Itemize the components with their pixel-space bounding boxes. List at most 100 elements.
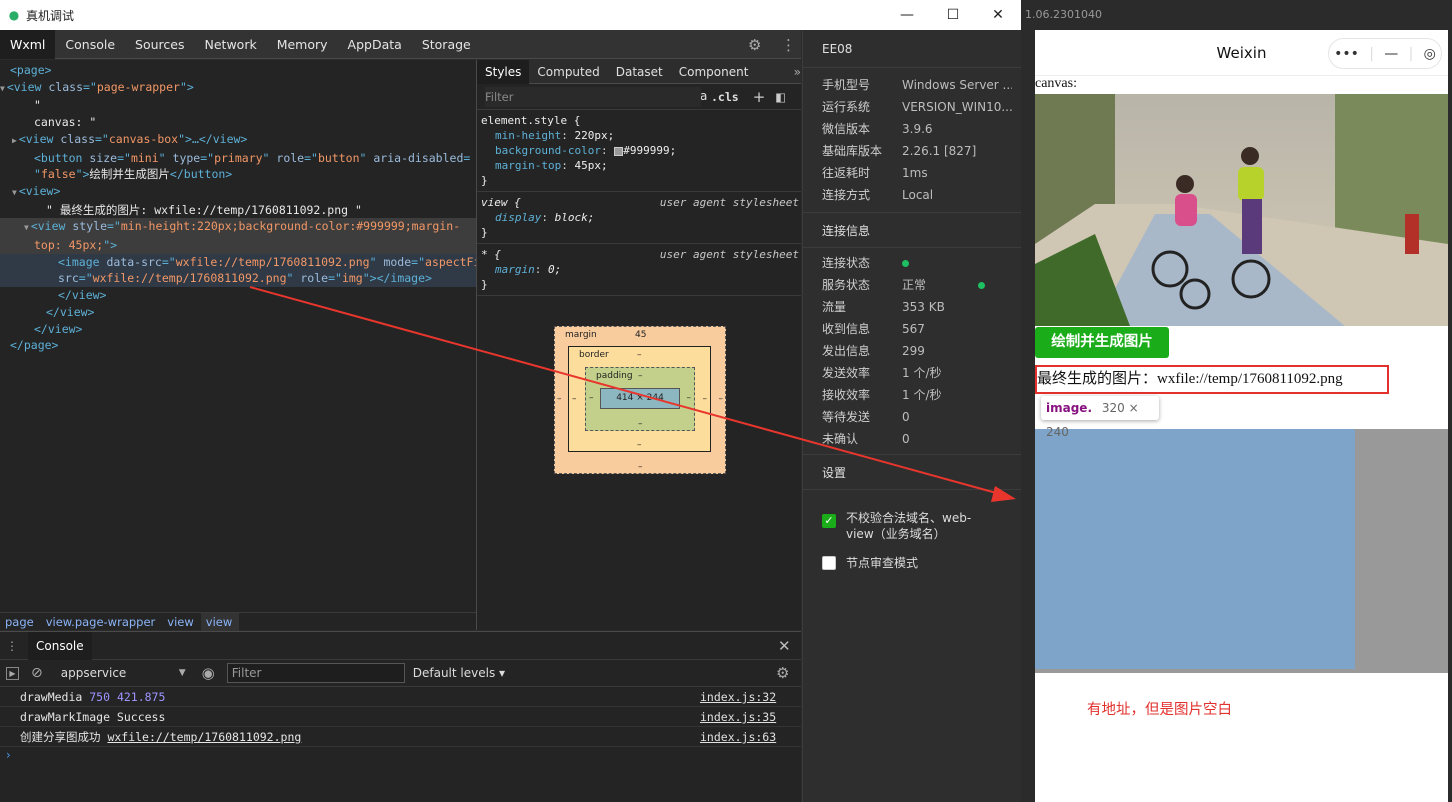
tab-memory[interactable]: Memory — [267, 30, 338, 59]
toggle-sidebar-icon[interactable]: ◧ — [775, 90, 786, 104]
console-settings-gear-icon[interactable]: ⚙ — [776, 664, 789, 682]
tab-styles[interactable]: Styles — [477, 59, 530, 84]
wxml-token: " — [158, 150, 173, 165]
wxml-node[interactable]: </view> — [0, 304, 476, 321]
generate-image-button[interactable]: 绘制并生成图片 — [1035, 327, 1169, 358]
breadcrumb-page-wrapper[interactable]: view.page-wrapper — [41, 613, 163, 631]
tab-appdata[interactable]: AppData — [338, 30, 412, 59]
tab-console-drawer[interactable]: Console — [28, 631, 92, 660]
add-rule-button[interactable]: + — [753, 88, 766, 106]
wxml-node[interactable]: " — [0, 97, 476, 114]
tab-network[interactable]: Network — [195, 30, 267, 59]
canvas-photo — [1035, 94, 1448, 326]
breadcrumb-page[interactable]: page — [0, 613, 41, 631]
wxml-node[interactable]: canvas: " — [0, 114, 476, 131]
log-link[interactable]: wxfile://temp/1760811092.png — [107, 730, 301, 744]
info-key: 收到信息 — [822, 322, 871, 336]
context-select[interactable]: appservice — [61, 666, 179, 680]
drawer-menu-icon[interactable]: ⋮ — [6, 639, 18, 653]
wxml-token: <button — [34, 150, 90, 165]
info-row: 收到信息 567 — [803, 318, 1021, 340]
prop-value[interactable]: #999999; — [623, 144, 676, 157]
wxml-node[interactable]: top: 45px;"> — [0, 237, 476, 254]
final-image-text: 最终生成的图片：wxfile://temp/1760811092.png — [1035, 365, 1389, 394]
phone-simulator: Weixin ••• | — | ◎ canvas: 绘制并生成图片 最终生成的… — [1035, 30, 1448, 802]
wxml-node[interactable]: <page> — [0, 62, 476, 79]
wxml-node[interactable]: <button size="mini" type="primary" role=… — [0, 150, 476, 167]
expand-triangle-icon[interactable]: ▼ — [12, 188, 17, 197]
eye-icon[interactable]: ◉ — [202, 664, 215, 682]
tab-sources[interactable]: Sources — [125, 30, 194, 59]
wxml-node[interactable]: " 最终生成的图片: wxfile://temp/1760811092.png … — [0, 202, 476, 219]
wxml-token: <view — [6, 79, 49, 94]
tab-computed[interactable]: Computed — [529, 60, 607, 84]
console-message: 创建分享图成功 wxfile://temp/1760811092.png ind… — [0, 727, 801, 747]
prop-name[interactable]: background-color — [495, 144, 601, 157]
wxml-token: aria-disabled — [373, 150, 464, 165]
canvas-label: canvas: — [1035, 76, 1077, 91]
option-node-inspect[interactable]: 节点审查模式 — [803, 542, 1021, 571]
wxml-token: =" — [107, 219, 121, 234]
wxml-node[interactable]: <image data-src="wxfile://temp/176081109… — [0, 253, 487, 271]
log-levels-select[interactable]: Default levels ▾ — [413, 666, 505, 680]
wxml-node[interactable]: src="wxfile://temp/1760811092.png" role=… — [0, 270, 476, 288]
wxml-node[interactable]: </view> — [0, 321, 476, 338]
gear-icon[interactable]: ⚙ — [748, 36, 761, 54]
info-value: 299 — [902, 344, 925, 358]
wxml-token: type — [172, 150, 201, 165]
close-drawer-icon[interactable]: ✕ — [778, 637, 791, 655]
wxml-node[interactable]: </view> — [0, 287, 476, 304]
wxml-node[interactable]: ▼ <view> — [0, 183, 476, 202]
prop-name[interactable]: min-height — [495, 129, 561, 142]
checkbox-unchecked-icon[interactable] — [822, 555, 836, 570]
cls-toggle[interactable]: .cls — [711, 90, 739, 104]
console-filter-input[interactable]: Filter — [226, 663, 405, 683]
breadcrumb-view[interactable]: view — [162, 613, 200, 631]
rule-selector: element.style { — [481, 114, 581, 127]
maximize-button[interactable]: ☐ — [930, 0, 976, 30]
wxml-node[interactable]: ▼ <view class="page-wrapper"> — [0, 79, 476, 98]
prop-value[interactable]: 220px; — [574, 129, 614, 142]
clear-console-icon[interactable]: ⊘ — [31, 665, 43, 681]
wxml-node[interactable]: ▼ <view style="min-height:220px;backgroun… — [0, 218, 476, 238]
minimize-button[interactable]: — — [884, 0, 930, 30]
wxml-token: role — [276, 150, 305, 165]
device-id: EE08 — [803, 30, 1021, 68]
minimize-icon[interactable]: — — [1384, 46, 1398, 62]
expand-triangle-icon[interactable]: ▼ — [24, 223, 29, 232]
checkbox-checked-icon[interactable]: ✓ — [822, 514, 836, 528]
color-swatch[interactable] — [614, 146, 624, 156]
sidebar-toggle-icon[interactable]: ▶ — [6, 666, 19, 680]
box-content: 414 × 244 — [600, 388, 680, 409]
more-vertical-icon[interactable]: ⋮ — [781, 36, 796, 54]
console-prompt[interactable]: › — [0, 747, 801, 763]
breadcrumb-view-current[interactable]: view — [200, 612, 240, 631]
more-dots-icon[interactable]: ••• — [1334, 46, 1359, 62]
close-window-button[interactable]: ✕ — [975, 0, 1021, 30]
tab-component-data[interactable]: Component Data — [671, 60, 784, 103]
wxml-node[interactable]: ▶ <view class="canvas-box">…</view> — [0, 131, 476, 150]
tab-storage[interactable]: Storage — [412, 30, 481, 59]
border-bottom-value: – — [637, 440, 642, 450]
tab-wxml[interactable]: Wxml — [0, 29, 56, 59]
prop-name[interactable]: margin-top — [495, 159, 561, 172]
log-source-link[interactable]: index.js:63 — [700, 727, 776, 747]
styles-filter-input[interactable]: Filter — [485, 86, 701, 107]
tab-dataset[interactable]: Dataset — [608, 60, 671, 84]
wxml-node[interactable]: </page> — [0, 337, 476, 354]
chevron-down-icon[interactable]: ▼ — [179, 668, 186, 678]
close-circle-icon[interactable]: ◎ — [1424, 46, 1436, 62]
prop-value[interactable]: 45px; — [574, 159, 607, 172]
border-top-value: – — [637, 350, 642, 360]
log-source-link[interactable]: index.js:32 — [700, 687, 776, 707]
wxml-tree: <page> ▼ <view class="page-wrapper"> " canva… — [0, 60, 487, 612]
expand-triangle-icon[interactable]: ▶ — [12, 136, 17, 145]
option-skip-domain-check[interactable]: ✓ 不校验合法域名、web-view（业务域名） — [803, 490, 1021, 542]
info-row: 连接状态 — [803, 252, 1021, 274]
chevron-right-icon[interactable]: » — [794, 65, 801, 79]
expand-triangle-icon[interactable]: ▼ — [0, 84, 5, 93]
log-source-link[interactable]: index.js:35 — [700, 707, 776, 727]
wxml-token: =" — [328, 271, 342, 286]
wxml-node[interactable]: "false">绘制并生成图片</button> — [0, 166, 476, 183]
tab-console[interactable]: Console — [55, 30, 125, 59]
